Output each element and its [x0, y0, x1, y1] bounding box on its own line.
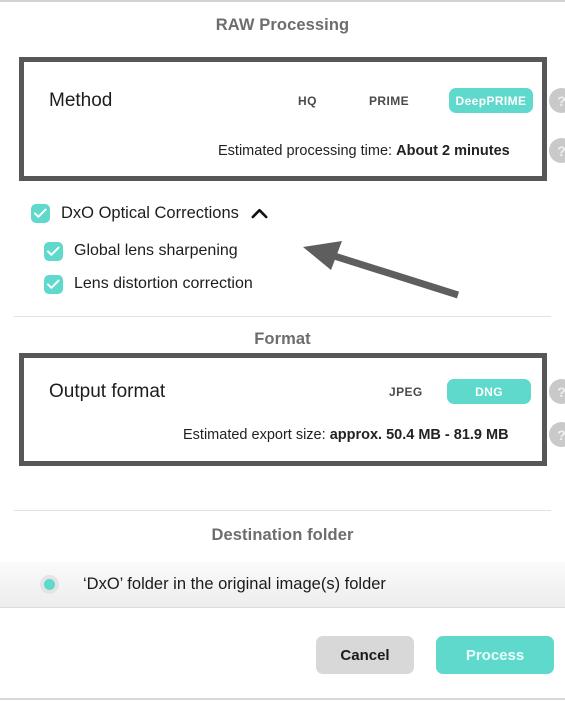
optical-corrections-checkbox[interactable]: [31, 203, 50, 223]
output-format-help-icon[interactable]: ?: [549, 379, 565, 404]
estimated-export-size-help-icon[interactable]: ?: [549, 422, 565, 447]
format-section-title: Format: [254, 330, 311, 348]
estimated-processing-time-label: Estimated processing time:: [218, 143, 393, 159]
destination-folder-option-row[interactable]: ‘DxO’ folder in the original image(s) fo…: [0, 562, 565, 608]
estimated-export-size-row: Estimated export size: approx. 50.4 MB -…: [49, 422, 565, 448]
estimated-export-size-text: Estimated export size: approx. 50.4 MB -…: [183, 427, 509, 443]
check-icon: [47, 279, 60, 289]
cancel-button[interactable]: Cancel: [316, 636, 414, 674]
divider-above-format: [14, 316, 551, 317]
format-highlight-frame: Output format JPEG DNG ? Estimated expor…: [19, 353, 565, 466]
lens-distortion-correction-checkbox[interactable]: [44, 274, 63, 294]
optical-corrections-parent-row[interactable]: DxO Optical Corrections: [31, 201, 268, 225]
destination-folder-option-label: ‘DxO’ folder in the original image(s) fo…: [83, 575, 386, 593]
global-lens-sharpening-checkbox[interactable]: [44, 241, 63, 261]
lens-distortion-correction-row[interactable]: Lens distortion correction: [44, 272, 253, 296]
output-format-row: Output format JPEG DNG ?: [49, 376, 565, 408]
global-lens-sharpening-label: Global lens sharpening: [74, 242, 238, 259]
output-format-label: Output format: [49, 381, 166, 402]
check-icon: [34, 208, 47, 218]
output-format-option-dng[interactable]: DNG: [447, 379, 531, 404]
divider-above-destination: [14, 510, 551, 511]
method-option-hq[interactable]: HQ: [298, 94, 317, 108]
method-option-prime[interactable]: PRIME: [369, 94, 409, 108]
lens-distortion-correction-label: Lens distortion correction: [74, 275, 253, 292]
output-format-option-jpeg[interactable]: JPEG: [389, 385, 423, 399]
estimated-processing-time-value: About 2 minutes: [396, 143, 510, 159]
estimated-processing-time-help-icon[interactable]: ?: [549, 138, 565, 163]
estimated-export-size-label: Estimated export size:: [183, 427, 326, 443]
process-button[interactable]: Process: [436, 636, 554, 674]
estimated-processing-time-text: Estimated processing time: About 2 minut…: [218, 143, 510, 159]
check-icon: [47, 246, 60, 256]
method-label: Method: [49, 90, 113, 111]
global-lens-sharpening-row[interactable]: Global lens sharpening: [44, 239, 238, 263]
destination-folder-radio[interactable]: [40, 575, 59, 594]
method-help-icon[interactable]: ?: [549, 88, 565, 113]
raw-processing-section-title: RAW Processing: [215, 16, 350, 34]
chevron-up-icon[interactable]: [251, 208, 268, 219]
radio-selected-icon: [44, 579, 55, 590]
optical-corrections-label: DxO Optical Corrections: [61, 203, 239, 222]
method-option-deepprime[interactable]: DeepPRIME: [449, 88, 533, 113]
raw-processing-dialog: RAW Processing Method HQ PRIME DeepPRIME…: [0, 0, 565, 700]
method-highlight-frame: Method HQ PRIME DeepPRIME ? Estimated pr…: [19, 57, 565, 181]
destination-folder-section-title: Destination folder: [211, 526, 354, 544]
estimated-export-size-value: approx. 50.4 MB - 81.9 MB: [329, 427, 509, 443]
method-row: Method HQ PRIME DeepPRIME ?: [49, 85, 565, 117]
estimated-processing-time-row: Estimated processing time: About 2 minut…: [49, 138, 565, 164]
